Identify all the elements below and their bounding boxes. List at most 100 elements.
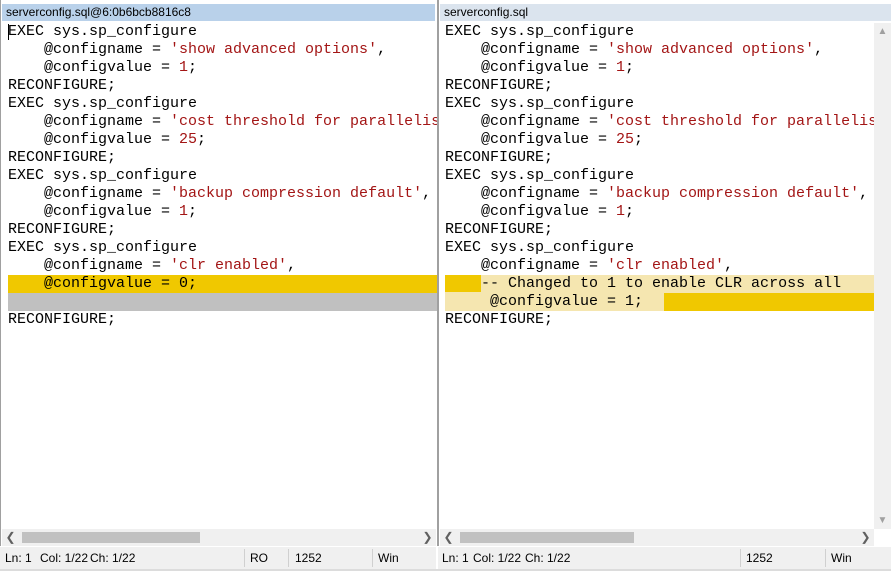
code-token: @configname = bbox=[445, 113, 608, 130]
code-line[interactable]: -- Changed to 1 to enable CLR across all bbox=[445, 275, 874, 293]
right-code-view[interactable]: EXEC sys.sp_configure @configname = 'sho… bbox=[445, 23, 874, 329]
code-line[interactable]: EXEC sys.sp_configure bbox=[445, 167, 874, 185]
status-separator bbox=[372, 549, 373, 567]
code-token: EXEC sys.sp_configure bbox=[445, 95, 635, 112]
number-token: 1 bbox=[616, 59, 626, 76]
scroll-left-arrow-icon[interactable]: ❮ bbox=[440, 529, 457, 546]
code-line[interactable]: RECONFIGURE; bbox=[8, 221, 437, 239]
code-token: @configname = bbox=[8, 113, 171, 130]
code-token: @configvalue = bbox=[445, 59, 617, 76]
code-token: EXEC sys.sp_configure bbox=[445, 239, 635, 256]
right-scroll-thumb[interactable] bbox=[460, 532, 634, 543]
code-line[interactable]: EXEC sys.sp_configure bbox=[8, 23, 437, 41]
code-token: RECONFIGURE; bbox=[445, 311, 554, 328]
status-separator bbox=[244, 549, 245, 567]
code-line[interactable]: RECONFIGURE; bbox=[8, 149, 437, 167]
scroll-up-arrow-icon[interactable]: ▲ bbox=[874, 23, 891, 40]
status-line: Ln: 1 bbox=[442, 551, 469, 565]
code-token: @configname = bbox=[445, 257, 608, 274]
code-token: RECONFIGURE; bbox=[8, 77, 117, 94]
number-token: 1 bbox=[179, 59, 189, 76]
status-separator bbox=[825, 549, 826, 567]
code-token bbox=[445, 275, 482, 292]
scroll-left-arrow-icon[interactable]: ❮ bbox=[2, 529, 19, 546]
code-line[interactable]: RECONFIGURE; bbox=[445, 77, 874, 95]
code-line[interactable]: @configvalue = 1; bbox=[8, 59, 437, 77]
code-token: @configvalue = bbox=[445, 203, 617, 220]
code-token: ; bbox=[197, 131, 207, 148]
code-line[interactable]: EXEC sys.sp_configure bbox=[8, 95, 437, 113]
code-token: RECONFIGURE; bbox=[8, 149, 117, 166]
code-token: @configvalue = bbox=[8, 131, 180, 148]
code-line[interactable]: @configvalue = 25; bbox=[445, 131, 874, 149]
code-token: @configvalue = 0; bbox=[8, 275, 198, 292]
left-code-view[interactable]: EXEC sys.sp_configure @configname = 'sho… bbox=[8, 23, 437, 329]
code-token: , bbox=[422, 185, 432, 202]
status-eol: Win bbox=[831, 551, 852, 565]
code-line[interactable]: @configname = 'backup compression defaul… bbox=[445, 185, 874, 203]
code-line[interactable]: RECONFIGURE; bbox=[445, 149, 874, 167]
diff-filler-line[interactable] bbox=[8, 293, 437, 311]
code-line[interactable]: EXEC sys.sp_configure bbox=[445, 23, 874, 41]
string-token: 'clr enabled' bbox=[170, 257, 288, 274]
code-token: , bbox=[814, 41, 824, 58]
code-line[interactable]: RECONFIGURE; bbox=[445, 221, 874, 239]
code-line[interactable]: EXEC sys.sp_configure bbox=[8, 239, 437, 257]
code-token: ; bbox=[188, 203, 198, 220]
right-vertical-scrollbar[interactable]: ▲ ▼ bbox=[874, 23, 891, 529]
code-line[interactable]: EXEC sys.sp_configure bbox=[445, 95, 874, 113]
right-horizontal-scrollbar[interactable]: ❮ ❯ bbox=[440, 529, 874, 546]
left-scroll-thumb[interactable] bbox=[22, 532, 200, 543]
code-token: -- Changed to 1 to enable CLR across all bbox=[481, 275, 842, 292]
code-token: EXEC sys.sp_configure bbox=[8, 239, 198, 256]
code-line[interactable]: @configvalue = 1; bbox=[445, 293, 874, 311]
status-char: Ch: 1/22 bbox=[525, 551, 571, 565]
scroll-right-arrow-icon[interactable]: ❯ bbox=[857, 529, 874, 546]
code-token: EXEC sys.sp_configure bbox=[445, 23, 635, 40]
left-horizontal-scrollbar[interactable]: ❮ ❯ bbox=[2, 529, 436, 546]
code-token: EXEC sys.sp_configure bbox=[8, 23, 198, 40]
string-token: 'backup compression default' bbox=[607, 185, 860, 202]
right-editor-pane[interactable]: serverconfig.sql EXEC sys.sp_configure @… bbox=[438, 0, 891, 546]
code-token: ; bbox=[625, 203, 635, 220]
code-line[interactable]: @configname = 'cost threshold for parall… bbox=[445, 113, 874, 131]
status-column: Col: 1/22 bbox=[473, 551, 522, 565]
code-line[interactable]: EXEC sys.sp_configure bbox=[445, 239, 874, 257]
code-line[interactable]: @configname = 'cost threshold for parall… bbox=[8, 113, 437, 131]
code-line[interactable]: RECONFIGURE; bbox=[445, 311, 874, 329]
code-token: @configname = bbox=[8, 185, 171, 202]
code-line[interactable]: EXEC sys.sp_configure bbox=[8, 167, 437, 185]
code-line[interactable]: @configname = 'backup compression defaul… bbox=[8, 185, 437, 203]
code-line[interactable]: @configname = 'clr enabled', bbox=[445, 257, 874, 275]
left-editor-pane[interactable]: serverconfig.sql@6:0b6bcb8816c8 EXEC sys… bbox=[0, 0, 438, 546]
code-line[interactable]: RECONFIGURE; bbox=[8, 77, 437, 95]
code-token: RECONFIGURE; bbox=[8, 221, 117, 238]
code-line[interactable]: @configvalue = 1; bbox=[445, 59, 874, 77]
string-token: 'cost threshold for parallelism' bbox=[607, 113, 874, 130]
code-line[interactable]: @configname = 'show advanced options', bbox=[8, 41, 437, 59]
code-token: @configname = bbox=[445, 41, 608, 58]
code-line[interactable]: @configname = 'show advanced options', bbox=[445, 41, 874, 59]
text-caret bbox=[8, 24, 9, 40]
scroll-right-arrow-icon[interactable]: ❯ bbox=[419, 529, 436, 546]
code-token: RECONFIGURE; bbox=[445, 149, 554, 166]
scroll-down-arrow-icon[interactable]: ▼ bbox=[874, 512, 891, 529]
status-eol: Win bbox=[378, 551, 399, 565]
code-token: @configvalue = bbox=[8, 203, 180, 220]
status-char: Ch: 1/22 bbox=[90, 551, 136, 565]
code-line[interactable]: @configvalue = 25; bbox=[8, 131, 437, 149]
right-pane-title: serverconfig.sql bbox=[440, 4, 891, 21]
status-line: Ln: 1 bbox=[5, 551, 32, 565]
code-token: ; bbox=[188, 59, 198, 76]
code-line[interactable]: @configname = 'clr enabled', bbox=[8, 257, 437, 275]
code-line[interactable]: RECONFIGURE; bbox=[8, 311, 437, 329]
string-token: 'backup compression default' bbox=[170, 185, 423, 202]
status-separator bbox=[740, 549, 741, 567]
code-line[interactable]: @configvalue = 1; bbox=[445, 203, 874, 221]
number-token: 1 bbox=[616, 203, 626, 220]
status-mode: RO bbox=[250, 551, 268, 565]
code-token: @configvalue = bbox=[8, 59, 180, 76]
code-line[interactable]: @configvalue = 1; bbox=[8, 203, 437, 221]
code-line[interactable]: @configvalue = 0; bbox=[8, 275, 437, 293]
code-token: @configname = bbox=[8, 257, 171, 274]
